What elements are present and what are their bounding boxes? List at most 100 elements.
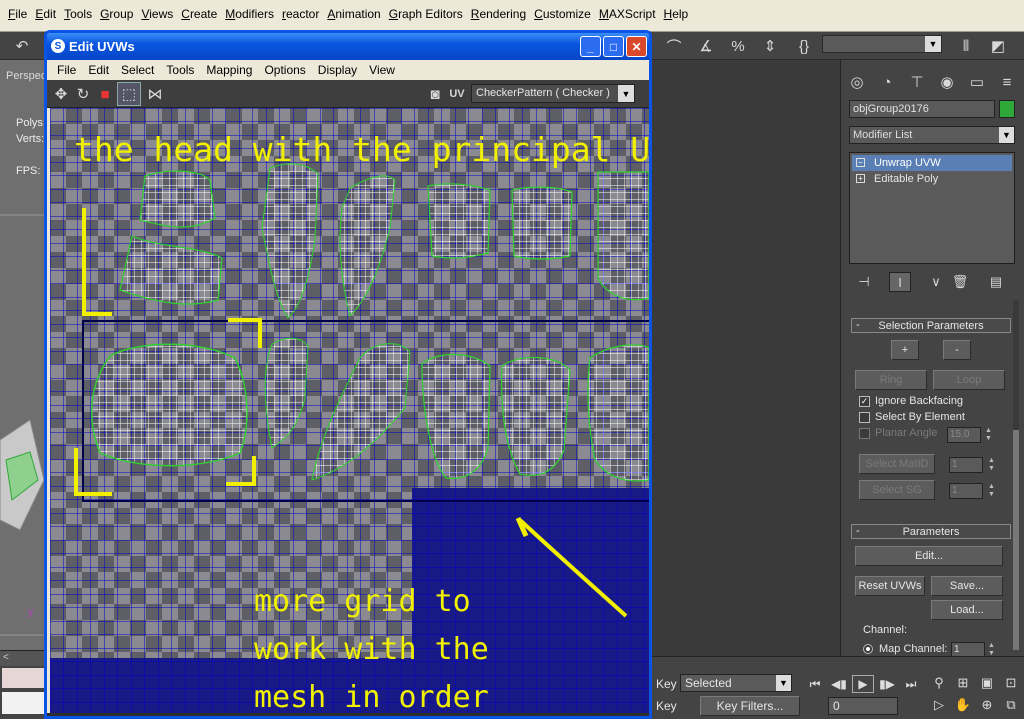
- menu-rendering[interactable]: Rendering: [467, 7, 530, 21]
- uvw-menu-view[interactable]: View: [363, 63, 401, 77]
- mirror-icon[interactable]: ⫴: [954, 34, 978, 58]
- pan-icon[interactable]: ✋: [952, 695, 974, 715]
- utilities-tab-icon[interactable]: ≡: [995, 70, 1019, 94]
- zoom-icon[interactable]: ⚲: [928, 673, 950, 693]
- edit-button[interactable]: Edit...: [855, 546, 1003, 566]
- key-mode-dropdown[interactable]: Selected ▼: [680, 674, 792, 692]
- select-matid-button[interactable]: Select MatID: [859, 454, 935, 474]
- display-tab-icon[interactable]: ▭: [965, 70, 989, 94]
- go-to-end-icon[interactable]: ⏭: [900, 675, 922, 693]
- sg-spinner[interactable]: 1: [949, 483, 983, 499]
- zoom-extents-icon[interactable]: ▣: [976, 673, 998, 693]
- freeform-icon[interactable]: ⬚: [117, 82, 141, 106]
- maximize-viewport-icon[interactable]: ⧉: [1000, 695, 1022, 715]
- show-end-result-icon[interactable]: I: [889, 272, 911, 292]
- shrink-selection-button[interactable]: -: [943, 340, 971, 360]
- field-of-view-icon[interactable]: ▷: [928, 695, 950, 715]
- viewport-scrollbar[interactable]: <: [0, 650, 46, 666]
- stack-item-unwrap-uvw[interactable]: − Unwrap UVW: [852, 155, 1012, 171]
- save-button[interactable]: Save...: [931, 576, 1003, 596]
- align-icon[interactable]: ◩: [986, 34, 1010, 58]
- select-sg-button[interactable]: Select SG: [859, 480, 935, 500]
- menu-animation[interactable]: Animation: [323, 7, 384, 21]
- scrollbar-thumb[interactable]: [1013, 430, 1019, 650]
- edit-uvws-titlebar[interactable]: S Edit UVWs _ □ ✕: [47, 33, 649, 60]
- spinner-arrows-icon[interactable]: ▲ ▼: [984, 427, 993, 443]
- minimize-icon[interactable]: _: [580, 36, 601, 57]
- remove-modifier-icon[interactable]: 🗑: [949, 272, 971, 292]
- spinner-arrows-icon[interactable]: ▲ ▼: [987, 457, 996, 473]
- expand-icon[interactable]: +: [856, 174, 865, 183]
- close-icon[interactable]: ✕: [626, 36, 647, 57]
- matid-spinner[interactable]: 1: [949, 457, 983, 473]
- scale-icon[interactable]: ■: [93, 82, 117, 106]
- menu-maxscript[interactable]: MAXScript: [595, 7, 660, 21]
- expand-icon[interactable]: −: [856, 158, 865, 167]
- grow-selection-button[interactable]: +: [891, 340, 919, 360]
- rotate-icon[interactable]: ↻: [71, 82, 95, 106]
- menu-modifiers[interactable]: Modifiers: [221, 7, 278, 21]
- make-unique-icon[interactable]: ∨: [925, 272, 947, 292]
- go-to-start-icon[interactable]: ⏮: [804, 675, 826, 693]
- modify-tab-icon[interactable]: ◔: [875, 70, 899, 94]
- uvw-menu-mapping[interactable]: Mapping: [200, 63, 258, 77]
- motion-tab-icon[interactable]: ◉: [935, 70, 959, 94]
- angle-snap-icon[interactable]: ∡: [694, 34, 718, 58]
- planar-angle-spinner[interactable]: 15.0: [947, 427, 981, 443]
- scroll-left-icon[interactable]: <: [3, 652, 9, 663]
- uvw-menu-file[interactable]: File: [51, 63, 82, 77]
- orbit-icon[interactable]: ⊕: [976, 695, 998, 715]
- stack-item-editable-poly[interactable]: + Editable Poly: [852, 171, 1012, 187]
- snap-icon[interactable]: ⌒: [662, 34, 686, 58]
- menu-file[interactable]: File: [4, 7, 31, 21]
- menu-graph-editors[interactable]: Graph Editors: [385, 7, 467, 21]
- menu-help[interactable]: Help: [660, 7, 693, 21]
- hierarchy-tab-icon[interactable]: ⊤: [905, 70, 929, 94]
- zoom-all-icon[interactable]: ⊞: [952, 673, 974, 693]
- menu-customize[interactable]: Customize: [530, 7, 595, 21]
- named-selection-dropdown[interactable]: ▼: [822, 35, 942, 53]
- play-icon[interactable]: ▶: [852, 675, 874, 693]
- create-tab-icon[interactable]: ◎: [845, 70, 869, 94]
- spinner-arrows-icon[interactable]: ▲ ▼: [987, 483, 996, 499]
- menu-edit[interactable]: Edit: [31, 7, 60, 21]
- spinner-snap-icon[interactable]: ⇕: [758, 34, 782, 58]
- selection-parameters-rollout[interactable]: - Selection Parameters: [851, 318, 1011, 333]
- percent-snap-icon[interactable]: %: [726, 34, 750, 58]
- ignore-backfacing-checkbox[interactable]: ✓ Ignore Backfacing: [859, 395, 963, 407]
- key-filters-button[interactable]: Key Filters...: [700, 696, 800, 716]
- menu-reactor[interactable]: reactor: [278, 7, 323, 21]
- menu-group[interactable]: Group: [96, 7, 137, 21]
- reset-uvws-button[interactable]: Reset UVWs: [855, 576, 925, 596]
- uvw-menu-select[interactable]: Select: [115, 63, 160, 77]
- uvw-menu-tools[interactable]: Tools: [160, 63, 200, 77]
- named-selection-icon[interactable]: {}: [792, 34, 816, 58]
- uvw-menu-edit[interactable]: Edit: [82, 63, 115, 77]
- menu-create[interactable]: Create: [177, 7, 221, 21]
- object-color-swatch[interactable]: [999, 100, 1015, 118]
- undo-icon[interactable]: ↶: [10, 34, 34, 58]
- modifier-list-dropdown[interactable]: Modifier List ▼: [849, 126, 1015, 144]
- zoom-extents-all-icon[interactable]: ⊡: [1000, 673, 1022, 693]
- pin-stack-icon[interactable]: ⊣: [853, 272, 875, 292]
- mirror-icon[interactable]: ⋈: [143, 82, 167, 106]
- uvw-menu-options[interactable]: Options: [258, 63, 311, 77]
- show-map-icon[interactable]: ◙: [423, 82, 447, 106]
- uvw-menu-display[interactable]: Display: [312, 63, 363, 77]
- command-panel-scrollbar[interactable]: [1013, 300, 1019, 650]
- map-channel-radio[interactable]: Map Channel:: [863, 643, 948, 655]
- previous-frame-icon[interactable]: ◀▮: [828, 675, 850, 693]
- loop-button[interactable]: Loop: [933, 370, 1005, 390]
- configure-sets-icon[interactable]: ▤: [985, 272, 1007, 292]
- parameters-rollout[interactable]: - Parameters: [851, 524, 1011, 539]
- menu-views[interactable]: Views: [137, 7, 177, 21]
- texture-dropdown[interactable]: CheckerPattern ( Checker ) ▼: [471, 84, 635, 103]
- perspective-viewport[interactable]: Perspec Polys: Verts: FPS: y: [0, 60, 46, 650]
- planar-angle-checkbox[interactable]: Planar Angle: [859, 427, 937, 439]
- load-button[interactable]: Load...: [931, 600, 1003, 620]
- maximize-icon[interactable]: □: [603, 36, 624, 57]
- ring-button[interactable]: Ring: [855, 370, 927, 390]
- uv-mode-icon[interactable]: UV: [445, 82, 469, 106]
- next-frame-icon[interactable]: ▮▶: [876, 675, 898, 693]
- select-by-element-checkbox[interactable]: Select By Element: [859, 411, 965, 423]
